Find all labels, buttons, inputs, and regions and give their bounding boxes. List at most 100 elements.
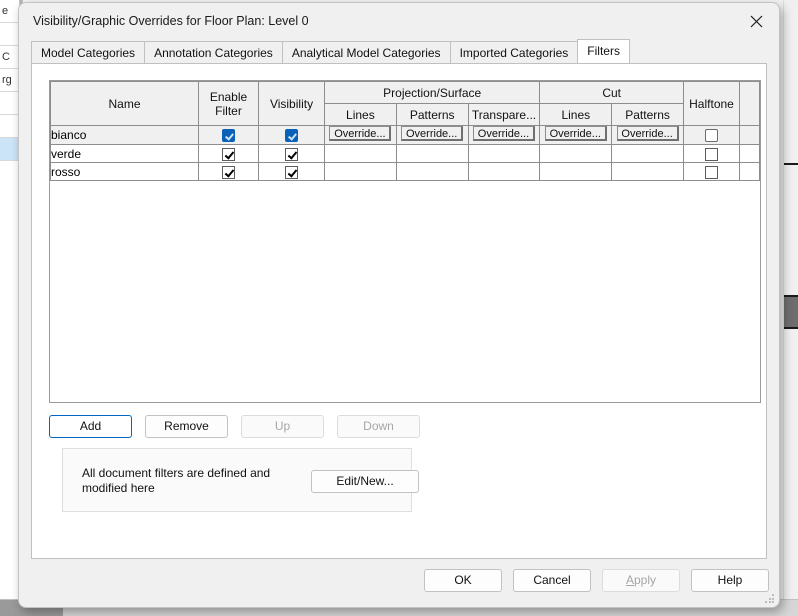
column-header-visibility[interactable]: Visibility — [258, 81, 325, 126]
help-button[interactable]: Help — [691, 569, 769, 592]
table-row[interactable]: rosso — [50, 162, 760, 181]
tab-filters[interactable]: Filters — [577, 39, 630, 63]
override-button[interactable]: Override... — [472, 126, 535, 141]
tab-label: Analytical Model Categories — [291, 46, 441, 60]
spacer-cell — [739, 125, 760, 145]
spacer-cell — [739, 162, 760, 181]
tab-label: Filters — [587, 44, 620, 58]
list-item-selected — [0, 138, 19, 161]
edit-new-button[interactable]: Edit/New... — [311, 470, 419, 493]
up-button: Up — [241, 415, 324, 438]
enable-filter-cell[interactable] — [198, 144, 259, 163]
enable-filter-cell[interactable] — [198, 125, 259, 145]
ok-button[interactable]: OK — [424, 569, 502, 592]
tab-strip: Model Categories Annotation Categories A… — [19, 39, 779, 63]
enable-filter-checkbox[interactable] — [222, 165, 235, 179]
background-vertical-scrollbar[interactable] — [783, 0, 798, 600]
dialog-footer: OK Cancel Apply Help — [19, 559, 779, 607]
halftone-cell[interactable] — [683, 125, 740, 145]
cut-patterns-cell[interactable]: Override... — [611, 125, 684, 145]
column-header-ps-lines[interactable]: Lines — [324, 103, 397, 126]
remove-button[interactable]: Remove — [145, 415, 228, 438]
override-button[interactable]: Override... — [329, 126, 392, 141]
column-header-cut-lines[interactable]: Lines — [539, 103, 613, 126]
tab-annotation-categories[interactable]: Annotation Categories — [144, 41, 283, 63]
apply-rest: pply — [634, 573, 657, 587]
list-item — [0, 92, 19, 115]
tab-content-filters: Name Enable Filter Visibility Projection… — [31, 63, 767, 559]
cut-lines-cell[interactable] — [539, 144, 613, 163]
dialog-title: Visibility/Graphic Overrides for Floor P… — [33, 14, 309, 28]
spacer-cell — [739, 144, 760, 163]
enable-filter-checkbox[interactable] — [222, 129, 235, 143]
tab-model-categories[interactable]: Model Categories — [31, 41, 146, 63]
halftone-checkbox[interactable] — [705, 147, 718, 161]
column-header-ps-transparency[interactable]: Transpare... — [467, 103, 541, 126]
list-item — [0, 115, 19, 138]
visibility-checkbox[interactable] — [285, 129, 298, 143]
ps-transparency-cell[interactable] — [467, 144, 541, 163]
override-button[interactable]: Override... — [544, 126, 607, 141]
cut-patterns-cell[interactable] — [611, 162, 684, 181]
column-header-cut[interactable]: Cut — [539, 81, 684, 104]
halftone-cell[interactable] — [683, 144, 740, 163]
cut-patterns-cell[interactable] — [611, 144, 684, 163]
visibility-checkbox[interactable] — [285, 147, 298, 161]
dialog-titlebar: Visibility/Graphic Overrides for Floor P… — [19, 3, 779, 39]
enable-filter-cell[interactable] — [198, 162, 259, 181]
halftone-checkbox[interactable] — [705, 129, 718, 143]
visibility-cell[interactable] — [258, 125, 325, 145]
filters-table-panel: Name Enable Filter Visibility Projection… — [49, 80, 761, 403]
ps-transparency-cell[interactable] — [467, 162, 541, 181]
column-header-name[interactable]: Name — [50, 81, 199, 126]
apply-mnemonic: A — [625, 573, 634, 587]
ps-patterns-cell[interactable]: Override... — [395, 125, 469, 145]
column-header-halftone[interactable]: Halftone — [683, 81, 740, 126]
table-row[interactable]: verde — [50, 144, 760, 163]
resize-grip-icon[interactable] — [765, 594, 775, 604]
close-icon[interactable] — [733, 3, 779, 39]
filter-name-cell[interactable]: rosso — [50, 162, 199, 181]
table-body: bianco Override... Override... Override.… — [50, 125, 760, 181]
ps-transparency-cell[interactable]: Override... — [467, 125, 541, 145]
filter-name-cell[interactable]: verde — [50, 144, 199, 163]
ps-patterns-cell[interactable] — [395, 144, 469, 163]
table-row[interactable]: bianco Override... Override... Override.… — [50, 125, 760, 145]
tab-imported-categories[interactable]: Imported Categories — [449, 41, 579, 63]
tab-label: Annotation Categories — [154, 46, 273, 60]
header-line-1: Enable — [209, 89, 248, 104]
override-button[interactable]: Override... — [616, 126, 679, 141]
cancel-button[interactable]: Cancel — [513, 569, 591, 592]
column-header-cut-patterns[interactable]: Patterns — [611, 103, 684, 126]
filters-table: Name Enable Filter Visibility Projection… — [50, 81, 760, 181]
filter-name-cell[interactable]: bianco — [50, 125, 199, 145]
column-header-enable-filter[interactable]: Enable Filter — [198, 81, 259, 126]
cut-lines-cell[interactable]: Override... — [539, 125, 613, 145]
filters-info-text: All document filters are defined and mod… — [82, 466, 271, 495]
ps-lines-cell[interactable] — [324, 162, 397, 181]
visibility-checkbox[interactable] — [285, 165, 298, 179]
ps-lines-cell[interactable] — [324, 144, 397, 163]
add-button[interactable]: Add — [49, 415, 132, 438]
ps-lines-cell[interactable]: Override... — [324, 125, 397, 145]
filters-info-group: All document filters are defined and mod… — [62, 448, 419, 512]
enable-filter-checkbox[interactable] — [222, 147, 235, 161]
tab-analytical-model-categories[interactable]: Analytical Model Categories — [281, 41, 451, 63]
visibility-graphic-overrides-dialog: Visibility/Graphic Overrides for Floor P… — [18, 2, 780, 608]
visibility-cell[interactable] — [258, 144, 325, 163]
ps-patterns-cell[interactable] — [395, 162, 469, 181]
halftone-cell[interactable] — [683, 162, 740, 181]
table-header: Name Enable Filter Visibility Projection… — [50, 81, 760, 126]
table-header-row-1: Name Enable Filter Visibility Projection… — [50, 81, 760, 126]
halftone-checkbox[interactable] — [705, 165, 718, 179]
scrollbar-thumb[interactable] — [784, 295, 798, 329]
tab-label: Model Categories — [41, 46, 136, 60]
column-header-spacer — [739, 81, 760, 126]
column-header-projection-surface[interactable]: Projection/Surface — [323, 81, 541, 104]
list-item: rg — [0, 69, 19, 92]
background-list-panel: e C rg — [0, 0, 20, 600]
override-button[interactable]: Override... — [401, 126, 464, 141]
visibility-cell[interactable] — [258, 162, 325, 181]
column-header-ps-patterns[interactable]: Patterns — [395, 103, 469, 126]
cut-lines-cell[interactable] — [539, 162, 613, 181]
